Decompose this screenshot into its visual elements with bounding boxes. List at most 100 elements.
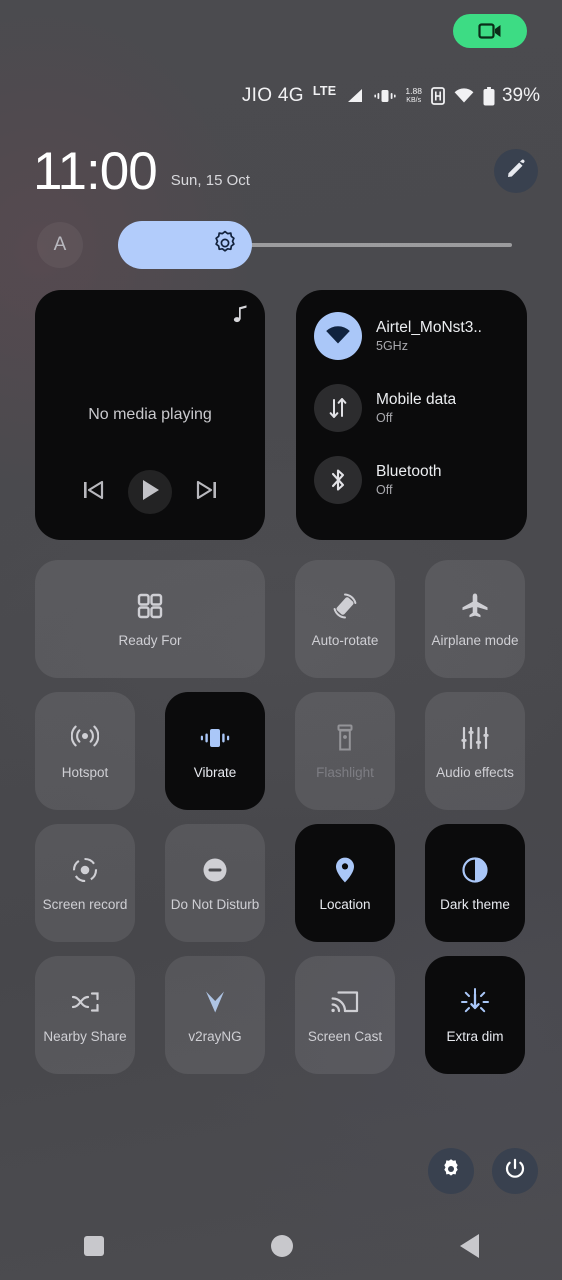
brightness-row: A bbox=[0, 220, 562, 270]
tile-vibrate[interactable]: Vibrate bbox=[165, 692, 265, 810]
auto-brightness-label: A bbox=[53, 234, 67, 255]
tile-label: Vibrate bbox=[193, 764, 237, 780]
media-controls bbox=[35, 470, 265, 514]
brightness-slider-thumb[interactable] bbox=[118, 221, 252, 269]
media-player-tile[interactable]: No media playing bbox=[35, 290, 265, 540]
tile-flashlight[interactable]: Flashlight bbox=[295, 692, 395, 810]
triangle-back-icon[interactable] bbox=[459, 1234, 479, 1258]
tile-label: Dark theme bbox=[440, 896, 510, 912]
clock-date[interactable]: Sun, 15 Oct bbox=[171, 172, 250, 189]
data-rate-unit: KB/s bbox=[406, 97, 422, 104]
wifi-ssid-label: Airtel_MoNst3.. bbox=[376, 319, 482, 336]
internet-tile: Airtel_MoNst3.. 5GHz Mobile data Off Blu… bbox=[296, 290, 527, 540]
tile-location[interactable]: Location bbox=[295, 824, 395, 942]
brightness-sun-icon bbox=[212, 230, 238, 261]
extra-dim-icon bbox=[460, 987, 490, 1017]
bluetooth-label: Bluetooth bbox=[376, 463, 442, 480]
power-icon bbox=[504, 1158, 526, 1185]
internet-row-wifi[interactable]: Airtel_MoNst3.. 5GHz bbox=[314, 312, 527, 360]
tile-screen-record[interactable]: Screen record bbox=[35, 824, 135, 942]
square-recents-icon[interactable] bbox=[83, 1236, 104, 1256]
wifi-icon bbox=[454, 88, 474, 104]
big-tiles-row: No media playing Airtel_MoNst3.. 5GHz Mo… bbox=[35, 290, 527, 540]
screen-record-icon bbox=[71, 855, 99, 885]
tile-label: Screen record bbox=[42, 896, 128, 912]
internet-row-mobile-data[interactable]: Mobile data Off bbox=[314, 384, 527, 432]
tile-auto-rotate[interactable]: Auto-rotate bbox=[295, 560, 395, 678]
location-pin-icon bbox=[334, 855, 356, 885]
tile-label: Ready For bbox=[118, 632, 182, 648]
pencil-edit-icon bbox=[506, 159, 526, 184]
tile-label: Hotspot bbox=[61, 764, 109, 780]
tile-label: Location bbox=[319, 896, 371, 912]
do-not-disturb-icon bbox=[201, 855, 229, 885]
tile-label: Do Not Disturb bbox=[170, 896, 260, 912]
screen-recording-pill[interactable] bbox=[453, 14, 527, 48]
mobile-data-state: Off bbox=[376, 411, 393, 425]
wifi-icon bbox=[314, 312, 362, 360]
tile-do-not-disturb[interactable]: Do Not Disturb bbox=[165, 824, 265, 942]
tile-ready-for[interactable]: Ready For bbox=[35, 560, 265, 678]
tile-v2rayng[interactable]: v2rayNG bbox=[165, 956, 265, 1074]
internet-row-bluetooth[interactable]: Bluetooth Off bbox=[314, 456, 527, 504]
play-icon bbox=[139, 478, 161, 507]
battery-percent-label: 39% bbox=[501, 85, 540, 106]
mobile-data-label: Mobile data bbox=[376, 391, 457, 408]
tile-label: Flashlight bbox=[316, 764, 374, 780]
tile-airplane-mode[interactable]: Airplane mode bbox=[425, 560, 525, 678]
carrier-label: JIO 4G bbox=[241, 85, 304, 106]
tile-row: Ready For Auto-rotate Airplane mode bbox=[35, 560, 527, 678]
flashlight-icon bbox=[335, 723, 355, 753]
tile-nearby-share[interactable]: Nearby Share bbox=[35, 956, 135, 1074]
data-rate-value: 1.88 bbox=[405, 85, 422, 96]
tile-label: Auto-rotate bbox=[311, 632, 379, 648]
vibrate-icon bbox=[374, 88, 397, 104]
bluetooth-icon bbox=[314, 456, 362, 504]
data-rate-indicator: 1.88 KB/s bbox=[405, 85, 422, 106]
header-row: 11:00 Sun, 15 Oct bbox=[0, 138, 562, 204]
tile-hotspot[interactable]: Hotspot bbox=[35, 692, 135, 810]
edit-tiles-button[interactable] bbox=[494, 149, 538, 193]
grid-squares-icon bbox=[136, 591, 164, 621]
hd-voice-icon bbox=[431, 87, 445, 105]
tile-label: Airplane mode bbox=[431, 632, 519, 648]
navigation-bar bbox=[0, 1212, 562, 1280]
tile-label: Screen Cast bbox=[307, 1028, 383, 1044]
bluetooth-state: Off bbox=[376, 483, 393, 497]
tile-extra-dim[interactable]: Extra dim bbox=[425, 956, 525, 1074]
wifi-band-label: 5GHz bbox=[376, 339, 408, 353]
settings-button[interactable] bbox=[428, 1148, 474, 1194]
network-type-label: LTE bbox=[312, 84, 337, 98]
tile-dark-theme[interactable]: Dark theme bbox=[425, 824, 525, 942]
tile-label: v2rayNG bbox=[188, 1028, 242, 1044]
footer-buttons bbox=[428, 1148, 538, 1194]
gear-icon bbox=[440, 1158, 462, 1185]
signal-bars-icon bbox=[345, 87, 365, 105]
tile-label: Nearby Share bbox=[43, 1028, 127, 1044]
tile-row: Screen record Do Not Disturb Location Da… bbox=[35, 824, 527, 942]
battery-icon bbox=[483, 86, 495, 106]
auto-rotate-icon bbox=[331, 591, 359, 621]
tile-row: Hotspot Vibrate Flashlight Audio effects bbox=[35, 692, 527, 810]
quick-settings-grid: Ready For Auto-rotate Airplane mode Hots… bbox=[35, 560, 527, 1088]
skip-next-icon[interactable] bbox=[194, 477, 220, 508]
tile-screen-cast[interactable]: Screen Cast bbox=[295, 956, 395, 1074]
hotspot-icon bbox=[71, 723, 99, 753]
video-camera-icon bbox=[478, 22, 502, 40]
tile-label: Extra dim bbox=[446, 1028, 504, 1044]
mobile-data-icon bbox=[314, 384, 362, 432]
play-button[interactable] bbox=[128, 470, 172, 514]
power-button[interactable] bbox=[492, 1148, 538, 1194]
skip-previous-icon[interactable] bbox=[80, 477, 106, 508]
audio-effects-icon bbox=[460, 723, 490, 753]
airplane-icon bbox=[460, 591, 490, 621]
v2rayng-icon bbox=[202, 987, 228, 1017]
tile-audio-effects[interactable]: Audio effects bbox=[425, 692, 525, 810]
auto-brightness-button[interactable]: A bbox=[37, 222, 83, 268]
clock-time[interactable]: 11:00 bbox=[33, 145, 158, 198]
vibrate-icon bbox=[199, 723, 231, 753]
tile-row: Nearby Share v2rayNG Screen Cast Extra d… bbox=[35, 956, 527, 1074]
status-bar: JIO 4G LTE 1.88 KB/s 39% bbox=[0, 80, 562, 112]
circle-home-icon[interactable] bbox=[270, 1235, 293, 1257]
screen-cast-icon bbox=[330, 987, 360, 1017]
